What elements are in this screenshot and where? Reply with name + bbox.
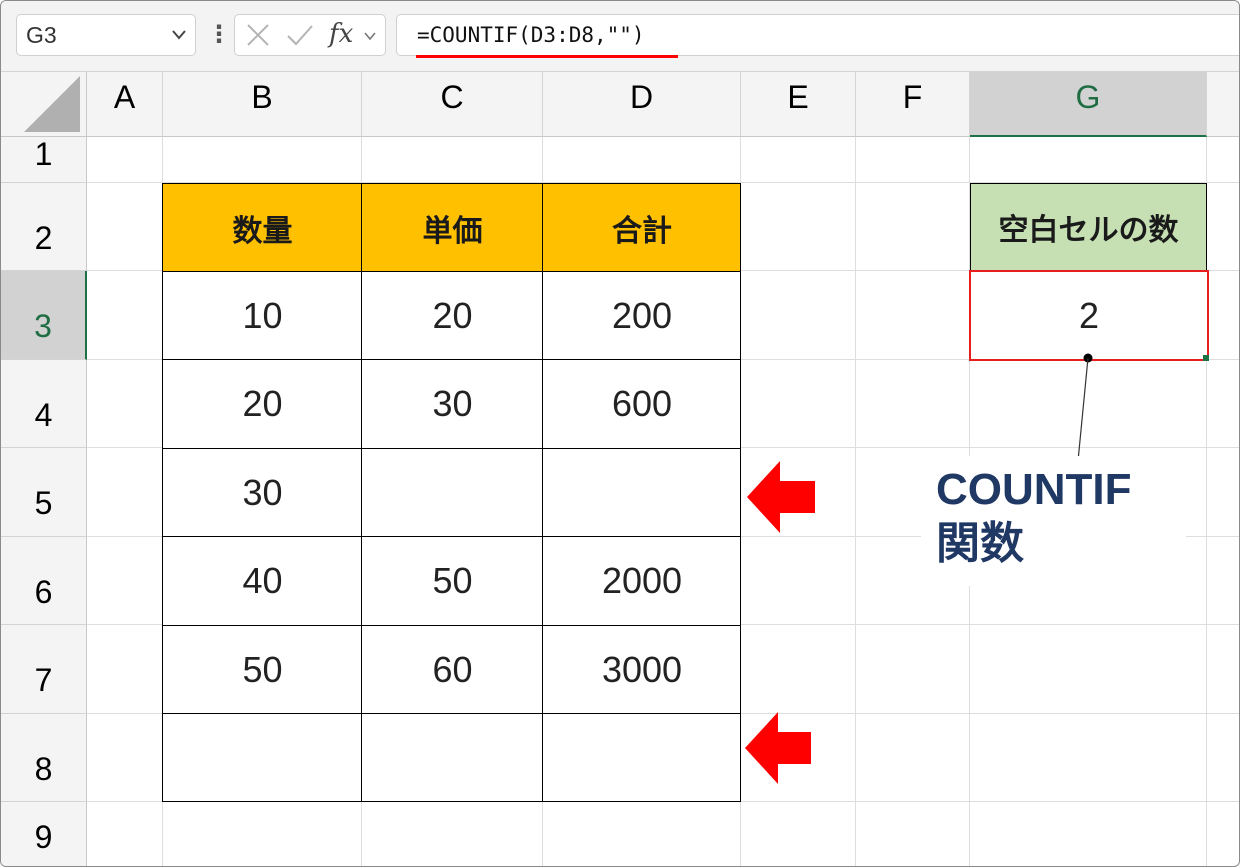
- column-header-a[interactable]: A: [87, 72, 163, 137]
- column-header-c[interactable]: C: [362, 72, 543, 137]
- header-unit-price[interactable]: 単価: [362, 184, 543, 271]
- cell-b4[interactable]: 20: [163, 360, 362, 448]
- table-border: [162, 183, 163, 802]
- row-header-1[interactable]: 1: [1, 137, 87, 183]
- fill-handle[interactable]: [1203, 355, 1209, 361]
- formula-buttons: fx: [234, 14, 386, 56]
- callout-line-2: 関数: [936, 519, 1024, 568]
- table-border: [162, 625, 741, 626]
- spreadsheet-window: G3 ⋮ fx =COUNTIF(D3:D8,"") A B C D E F G: [0, 0, 1240, 867]
- column-header-f[interactable]: F: [856, 72, 970, 137]
- insert-function-button[interactable]: fx: [329, 19, 353, 49]
- chevron-down-icon[interactable]: [171, 15, 187, 68]
- column-header-next[interactable]: [1207, 72, 1239, 137]
- row-header-8[interactable]: 8: [1, 714, 87, 802]
- callout-line-1: COUNTIF: [936, 465, 1132, 514]
- cell-d3[interactable]: 200: [543, 271, 741, 360]
- cell-g3-blank-count-result[interactable]: 2: [969, 270, 1209, 361]
- more-options-icon[interactable]: ⋮: [207, 21, 231, 47]
- cell-b3[interactable]: 10: [163, 271, 362, 360]
- cell-d4[interactable]: 600: [543, 360, 741, 448]
- table-border: [162, 536, 741, 537]
- header-total[interactable]: 合計: [543, 184, 741, 271]
- row-header-6[interactable]: 6: [1, 537, 87, 625]
- header-quantity[interactable]: 数量: [163, 184, 362, 271]
- column-header-b[interactable]: B: [163, 72, 362, 137]
- column-header-g[interactable]: G: [970, 72, 1207, 137]
- formula-bar: G3 ⋮ fx =COUNTIF(D3:D8,""): [1, 1, 1239, 72]
- cell-c6[interactable]: 50: [362, 537, 543, 625]
- row-header-7[interactable]: 7: [1, 625, 87, 714]
- table-border: [740, 183, 741, 802]
- formula-highlight-underline: [416, 55, 678, 58]
- cell-c8[interactable]: [362, 714, 543, 802]
- row-header-3[interactable]: 3: [1, 271, 87, 360]
- cell-c5[interactable]: [362, 448, 543, 537]
- row-header-9[interactable]: 9: [1, 802, 87, 866]
- cell-g2-blank-count-header[interactable]: 空白セルの数: [970, 183, 1207, 271]
- cell-b7[interactable]: 50: [163, 625, 362, 714]
- name-box-value: G3: [26, 22, 57, 48]
- cell-c7[interactable]: 60: [362, 625, 543, 714]
- table-border: [162, 183, 741, 184]
- table-border: [542, 183, 543, 802]
- cell-b6[interactable]: 40: [163, 537, 362, 625]
- red-arrow-icon: [747, 461, 815, 533]
- cell-d8[interactable]: [543, 714, 741, 802]
- cell-d5[interactable]: [543, 448, 741, 537]
- cell-c3[interactable]: 20: [362, 271, 543, 360]
- row-header-2[interactable]: 2: [1, 183, 87, 271]
- x-icon[interactable]: [245, 21, 271, 54]
- formula-input[interactable]: =COUNTIF(D3:D8,""): [396, 14, 1239, 56]
- table-border: [162, 359, 741, 360]
- red-arrow-icon: [745, 712, 811, 784]
- table-border: [162, 801, 741, 802]
- column-header-e[interactable]: E: [741, 72, 856, 137]
- row-header-5[interactable]: 5: [1, 448, 87, 537]
- table-border: [361, 183, 362, 802]
- chevron-down-icon[interactable]: [363, 22, 377, 55]
- callout-leader-line: [1077, 353, 1093, 462]
- name-box[interactable]: G3: [16, 14, 196, 56]
- row-header-4[interactable]: 4: [1, 360, 87, 448]
- table-border: [162, 271, 741, 272]
- cell-d6[interactable]: 2000: [543, 537, 741, 625]
- cell-d7[interactable]: 3000: [543, 625, 741, 714]
- countif-callout: COUNTIF 関数: [936, 463, 1132, 571]
- table-border: [162, 448, 741, 449]
- formula-text: =COUNTIF(D3:D8,""): [417, 23, 645, 47]
- select-all-button[interactable]: [1, 72, 87, 137]
- cell-b5[interactable]: 30: [163, 448, 362, 537]
- check-icon[interactable]: [285, 21, 315, 54]
- cell-c4[interactable]: 30: [362, 360, 543, 448]
- column-header-d[interactable]: D: [543, 72, 741, 137]
- table-border: [162, 713, 741, 714]
- cell-b8[interactable]: [163, 714, 362, 802]
